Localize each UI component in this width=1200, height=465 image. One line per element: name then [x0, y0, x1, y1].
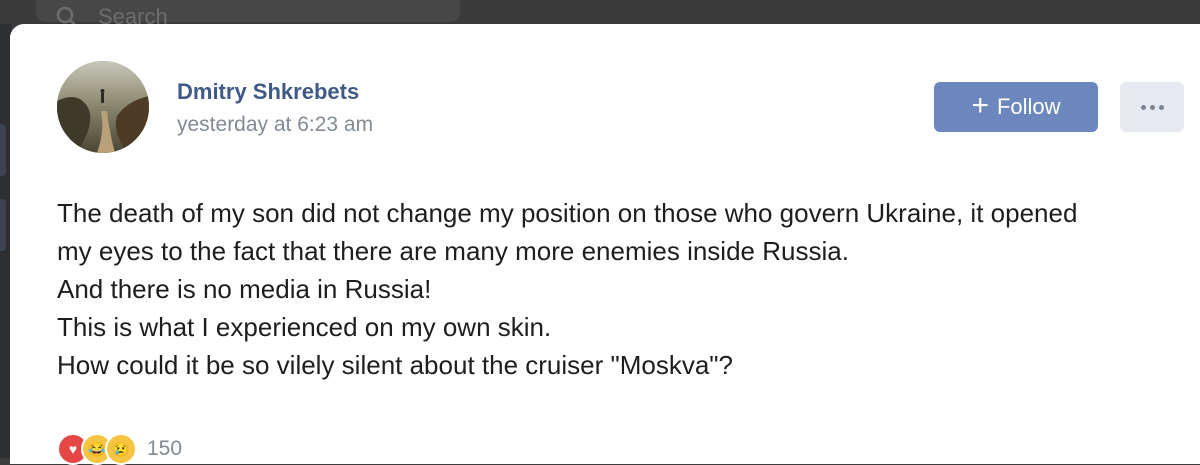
more-options-button[interactable]: [1120, 82, 1184, 132]
follow-label: Follow: [996, 94, 1061, 119]
post-text: The death of my son did not change my po…: [57, 194, 1177, 384]
follow-button[interactable]: + Follow: [934, 82, 1098, 132]
post-line: my eyes to the fact that there are many …: [57, 236, 849, 266]
sidebar-item[interactable]: [0, 124, 6, 176]
search-input[interactable]: Search: [36, 0, 460, 28]
post-line: How could it be so vilely silent about t…: [57, 350, 733, 380]
crying-face-icon: 😢: [105, 433, 137, 465]
post-line: The death of my son did not change my po…: [57, 198, 1078, 228]
sidebar-item[interactable]: [0, 199, 6, 251]
author-name[interactable]: Dmitry Shkrebets: [177, 79, 359, 105]
top-bar: Search: [0, 0, 1200, 28]
post-line: And there is no media in Russia!: [57, 274, 432, 304]
post-timestamp[interactable]: yesterday at 6:23 am: [177, 113, 373, 137]
plus-icon: +: [971, 88, 989, 122]
post-line: This is what I experienced on my own ski…: [57, 312, 552, 342]
post-card: Dmitry Shkrebets yesterday at 6:23 am + …: [10, 24, 1200, 465]
avatar-image: [57, 61, 149, 153]
more-icon: [1140, 104, 1164, 110]
reaction-count: 150: [147, 437, 183, 460]
reactions-bar[interactable]: ♥ 😂 😢 150: [57, 433, 183, 465]
avatar[interactable]: [57, 61, 149, 153]
